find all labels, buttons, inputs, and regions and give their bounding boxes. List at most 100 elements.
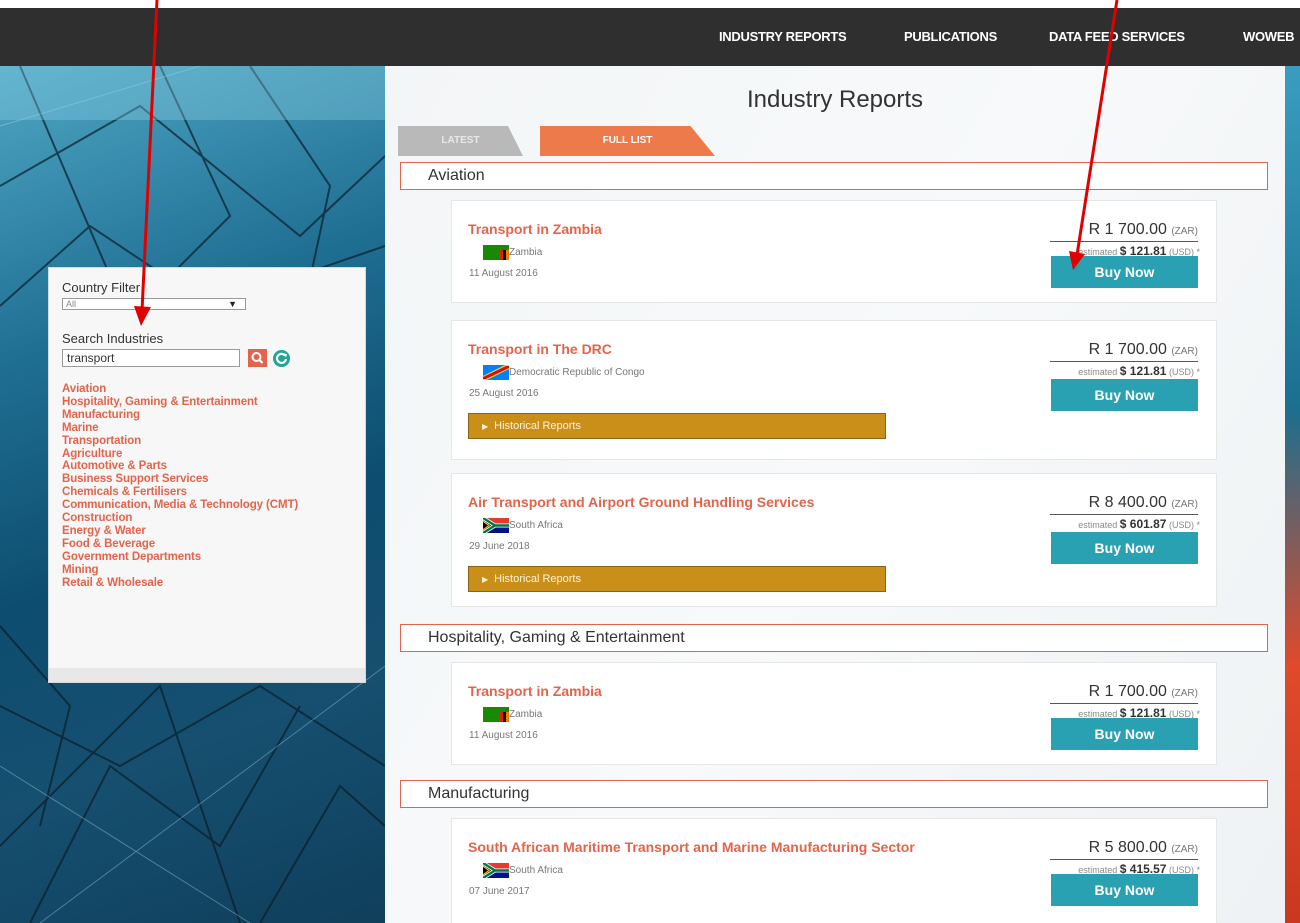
- decorative-header-strip: [0, 66, 385, 120]
- price-usd: estimated $ 121.81 (USD) *: [1078, 364, 1200, 378]
- report-title-link[interactable]: Transport in Zambia: [468, 683, 602, 699]
- report-card: Transport in Zambia Zambia 11 August 201…: [451, 662, 1217, 765]
- country-filter-label: Country Filter: [62, 280, 141, 295]
- industry-link[interactable]: Transportation: [62, 435, 298, 448]
- price-usd-value: $ 121.81: [1119, 364, 1167, 378]
- triangle-right-icon: ▶: [482, 422, 489, 431]
- nav-woweb[interactable]: WOWEB: [1243, 29, 1295, 44]
- category-header-manufacturing: Manufacturing: [400, 780, 1268, 808]
- report-card: South African Maritime Transport and Mar…: [451, 818, 1217, 923]
- decorative-background-right: [1285, 66, 1300, 923]
- estimated-label: estimated: [1078, 367, 1118, 377]
- tab-latest[interactable]: LATEST: [398, 126, 523, 156]
- report-country: Democratic Republic of Congo: [509, 367, 645, 378]
- price-usd-value: $ 601.87: [1119, 517, 1167, 531]
- buy-now-button[interactable]: Buy Now: [1051, 874, 1198, 906]
- price-zar: R 5 800.00 (ZAR): [1089, 839, 1198, 857]
- industry-link[interactable]: Automotive & Parts: [62, 460, 298, 473]
- south-africa-flag-icon: [483, 863, 509, 878]
- drc-flag-icon: [483, 365, 509, 380]
- report-title-link[interactable]: Transport in Zambia: [468, 221, 602, 237]
- estimated-label: estimated: [1078, 520, 1118, 530]
- historical-reports-toggle[interactable]: ▶ Historical Reports: [468, 413, 886, 439]
- report-title-link[interactable]: South African Maritime Transport and Mar…: [468, 839, 915, 855]
- buy-now-button[interactable]: Buy Now: [1051, 256, 1198, 288]
- usd-unit: (USD) *: [1169, 367, 1200, 377]
- price-divider: [1050, 703, 1198, 704]
- industry-link[interactable]: Communication, Media & Technology (CMT): [62, 499, 298, 512]
- price-divider: [1050, 514, 1198, 515]
- report-date: 11 August 2016: [469, 730, 538, 741]
- price-usd: estimated $ 601.87 (USD) *: [1078, 517, 1200, 531]
- page-title: Industry Reports: [746, 86, 924, 113]
- price-zar-value: R 1 700.00: [1088, 683, 1167, 700]
- nav-industry-reports[interactable]: INDUSTRY REPORTS: [719, 29, 847, 44]
- report-date: 25 August 2016: [469, 388, 539, 399]
- historical-reports-label: Historical Reports: [494, 573, 581, 585]
- industry-link[interactable]: Manufacturing: [62, 409, 298, 422]
- price-zar: R 1 700.00 (ZAR): [1089, 341, 1198, 359]
- industry-link[interactable]: Hospitality, Gaming & Entertainment: [62, 396, 298, 409]
- dropdown-arrow-icon: ▼: [228, 299, 237, 309]
- industry-link[interactable]: Government Departments: [62, 551, 298, 564]
- zar-unit: (ZAR): [1171, 688, 1198, 699]
- nav-publications[interactable]: PUBLICATIONS: [904, 29, 997, 44]
- reset-button[interactable]: [273, 350, 290, 367]
- search-industries-input[interactable]: [62, 349, 240, 367]
- main-content: Industry Reports LATEST FULL LIST Aviati…: [385, 66, 1285, 923]
- industry-link[interactable]: Construction: [62, 512, 298, 525]
- filter-sidebar: Country Filter All ▼ Search Industries A…: [48, 267, 366, 683]
- price-zar-value: R 1 700.00: [1088, 221, 1167, 238]
- report-country: South Africa: [509, 520, 563, 531]
- nav-data-feed-services[interactable]: DATA FEED SERVICES: [1049, 29, 1185, 44]
- industry-link[interactable]: Chemicals & Fertilisers: [62, 486, 298, 499]
- tab-full-list[interactable]: FULL LIST: [540, 126, 715, 156]
- industry-link[interactable]: Aviation: [62, 383, 298, 396]
- industry-link[interactable]: Energy & Water: [62, 525, 298, 538]
- buy-now-button[interactable]: Buy Now: [1051, 379, 1198, 411]
- category-header-aviation: Aviation: [400, 162, 1268, 190]
- industry-link[interactable]: Food & Beverage: [62, 538, 298, 551]
- search-button[interactable]: [248, 349, 267, 367]
- historical-reports-label: Historical Reports: [494, 420, 581, 432]
- report-title-link[interactable]: Air Transport and Airport Ground Handlin…: [468, 494, 814, 510]
- zambia-flag-icon: [483, 707, 509, 722]
- industry-list: Aviation Hospitality, Gaming & Entertainm…: [62, 383, 298, 590]
- sidebar-footer: [49, 668, 365, 682]
- report-card: Transport in Zambia Zambia 11 August 201…: [451, 200, 1217, 303]
- report-title-link[interactable]: Transport in The DRC: [468, 341, 612, 357]
- south-africa-flag-icon: [483, 518, 509, 533]
- zar-unit: (ZAR): [1171, 226, 1198, 237]
- price-zar-value: R 8 400.00: [1088, 494, 1167, 511]
- price-zar-value: R 5 800.00: [1088, 839, 1167, 856]
- industry-link[interactable]: Agriculture: [62, 448, 298, 461]
- report-date: 29 June 2018: [469, 541, 530, 552]
- price-zar-value: R 1 700.00: [1088, 341, 1167, 358]
- report-card: Air Transport and Airport Ground Handlin…: [451, 473, 1217, 607]
- industry-link[interactable]: Mining: [62, 564, 298, 577]
- top-edge: [0, 0, 1300, 8]
- report-country: Zambia: [509, 709, 543, 720]
- report-date: 07 June 2017: [469, 886, 530, 897]
- category-header-hospitality: Hospitality, Gaming & Entertainment: [400, 624, 1268, 652]
- top-navigation-bar: INDUSTRY REPORTS PUBLICATIONS DATA FEED …: [0, 8, 1300, 66]
- historical-reports-toggle[interactable]: ▶ Historical Reports: [468, 566, 886, 592]
- buy-now-button[interactable]: Buy Now: [1051, 532, 1198, 564]
- usd-unit: (USD) *: [1169, 520, 1200, 530]
- report-country: South Africa: [509, 865, 563, 876]
- country-filter-value: All: [66, 299, 77, 309]
- triangle-right-icon: ▶: [482, 575, 489, 584]
- industry-link[interactable]: Retail & Wholesale: [62, 577, 298, 590]
- country-filter-select[interactable]: All ▼: [62, 298, 246, 310]
- report-card: Transport in The DRC Democratic Republic…: [451, 320, 1217, 460]
- search-industries-label: Search Industries: [62, 331, 164, 346]
- price-zar: R 1 700.00 (ZAR): [1089, 221, 1198, 239]
- zambia-flag-icon: [483, 245, 509, 260]
- industry-link[interactable]: Marine: [62, 422, 298, 435]
- search-icon: [251, 352, 264, 364]
- report-date: 11 August 2016: [469, 268, 538, 279]
- price-divider: [1050, 241, 1198, 242]
- industry-link[interactable]: Business Support Services: [62, 473, 298, 486]
- report-country: Zambia: [509, 247, 543, 258]
- buy-now-button[interactable]: Buy Now: [1051, 718, 1198, 750]
